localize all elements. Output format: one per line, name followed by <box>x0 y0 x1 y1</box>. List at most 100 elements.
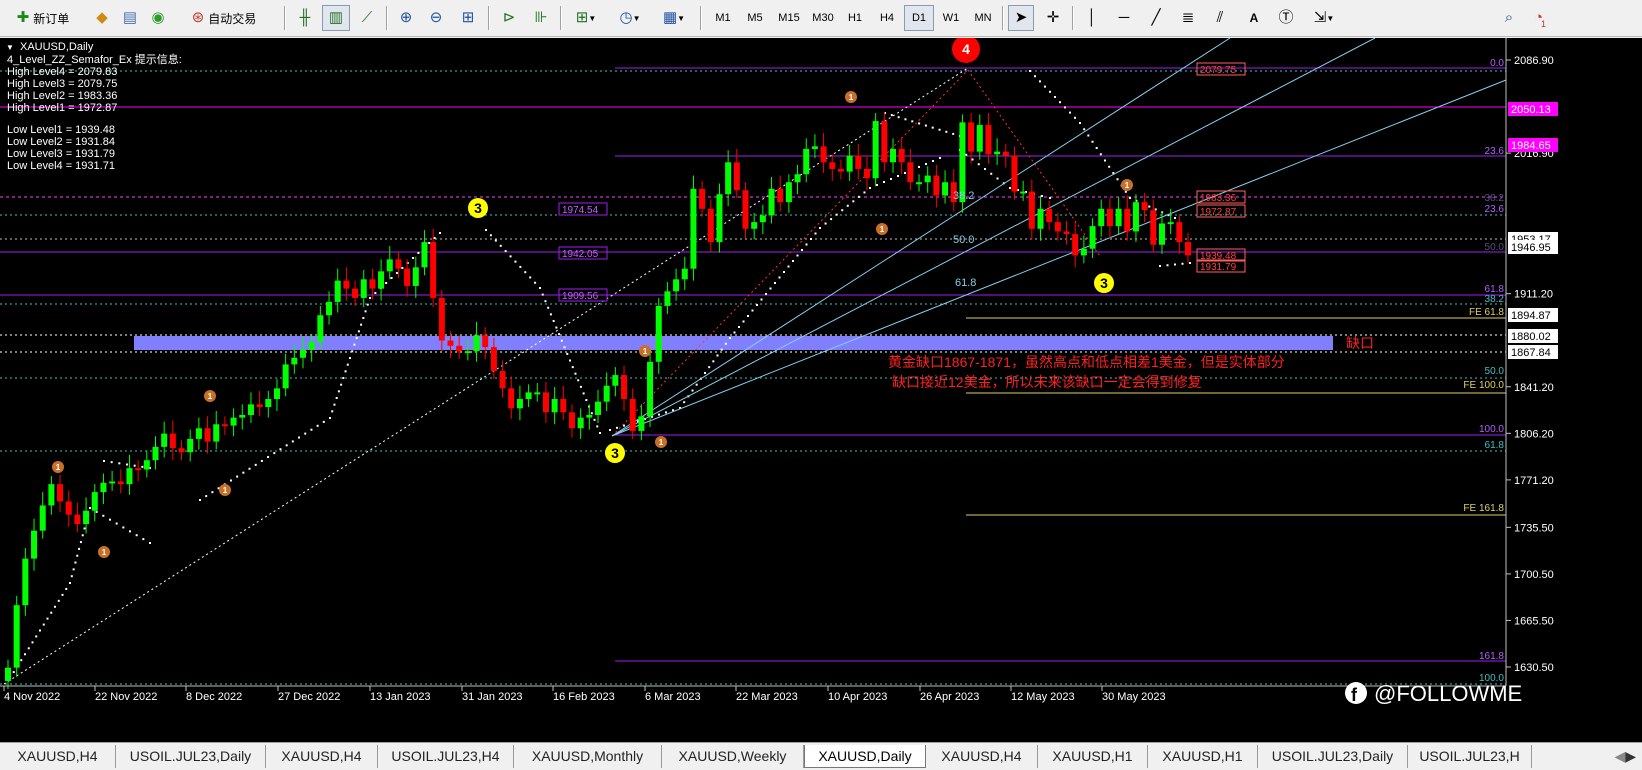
candle-body <box>343 280 350 289</box>
timeframe-m15-button[interactable]: M15 <box>772 5 806 31</box>
chart-tab-active[interactable]: XAUUSD,Daily <box>804 745 926 768</box>
candle-body <box>1115 208 1122 227</box>
indicator-dot <box>616 426 618 429</box>
chart-tab[interactable]: XAUUSD,H4 <box>0 745 116 768</box>
timeframe-w1-button[interactable]: W1 <box>936 5 966 31</box>
candle-body <box>1002 151 1009 156</box>
indicator-dot <box>412 257 415 259</box>
chart-tab[interactable]: XAUUSD,H1 <box>1038 745 1148 768</box>
level-box-text: 1931.79 <box>1200 262 1237 273</box>
equidistant-channel-button[interactable]: ⫽ <box>1208 5 1232 31</box>
semafor-marker-label: 1 <box>1125 181 1130 190</box>
chart-tab[interactable]: USOIL.JUL23,Daily <box>1258 745 1408 768</box>
candle-body <box>1011 155 1018 192</box>
candlestick-chart-button[interactable]: ▥ <box>322 5 350 31</box>
indicators-icon: ⊞ <box>575 9 589 26</box>
timeframe-mn-button[interactable]: MN <box>968 5 998 31</box>
timeframe-m1-button[interactable]: M1 <box>708 5 738 31</box>
indicator-dot <box>50 611 53 614</box>
price-tick-label: 1806.20 <box>1514 428 1554 440</box>
indicator-dot <box>890 178 892 180</box>
templates-dropdown[interactable]: ▦ ▼ <box>656 5 692 31</box>
chart-canvas[interactable]: 4 3 3 3 1 1 1 1 1 1 1 1 1 XAUUSD,Daily ▼ 4_Level_ZZ_… <box>0 35 1642 742</box>
candle-body <box>1176 222 1183 243</box>
level-box-text: 1942.05 <box>562 249 599 260</box>
indicator-dot <box>355 337 358 339</box>
indicator-dot <box>1044 85 1046 88</box>
strategy-tester-button[interactable]: ◆ <box>90 5 114 31</box>
indicator-dot <box>205 495 208 498</box>
timeframe-m5-button[interactable]: M5 <box>740 5 770 31</box>
indicator-dot <box>1029 70 1031 72</box>
chevron-down-icon: ▼ <box>1326 13 1335 23</box>
notifications-button[interactable]: ◔ 1 <box>1526 5 1556 31</box>
bar-chart-button[interactable]: ╫ <box>292 5 318 31</box>
tile-windows-button[interactable]: ⊞ <box>456 5 480 31</box>
indicator-dot <box>925 163 927 165</box>
line-chart-button[interactable]: ⟋ <box>354 5 380 31</box>
arrows-dropdown[interactable]: ⇲ ▼ <box>1306 5 1342 31</box>
timeframe-m30-button[interactable]: M30 <box>806 5 840 31</box>
fib-label: 100.0 <box>1479 424 1504 435</box>
auto-scroll-button[interactable]: ⊳ <box>496 5 522 31</box>
indicator-dot <box>129 530 131 533</box>
indicator-dot <box>549 313 552 316</box>
chart-tab[interactable]: USOIL.JUL23,Daily <box>116 745 266 768</box>
timeframe-d1-button[interactable]: D1 <box>904 5 934 31</box>
indicators-dropdown[interactable]: ⊞ ▼ <box>568 5 604 31</box>
crosshair-tool-button[interactable]: ✛ <box>1040 5 1066 31</box>
new-order-button[interactable]: ✚ 新订单 <box>6 5 84 31</box>
indicator-dot <box>83 527 86 530</box>
zoom-out-button[interactable]: ⊖ <box>424 5 448 31</box>
candle-body <box>1141 202 1148 211</box>
candle-body <box>369 279 376 289</box>
indicator-dot <box>74 561 77 564</box>
price-axis[interactable] <box>1506 38 1642 686</box>
horizontal-line-button[interactable]: ─ <box>1112 5 1136 31</box>
trendline-button[interactable]: ╱ <box>1144 5 1168 31</box>
search-button[interactable]: ⌕ <box>1496 5 1522 31</box>
timeframe-h1-button[interactable]: H1 <box>840 5 870 31</box>
indicator-dot <box>904 118 907 121</box>
toolbar-separator <box>1072 6 1074 30</box>
chart-tab[interactable]: USOIL.JUL23,H4 <box>378 745 514 768</box>
indicator-dot <box>1059 101 1061 104</box>
chart-tab[interactable]: XAUUSD,H1 <box>1148 745 1258 768</box>
text-tool-button[interactable]: A <box>1242 5 1266 31</box>
text-label-button[interactable]: Ⓣ <box>1274 5 1298 31</box>
chart-tab[interactable]: USOIL.JUL23,H <box>1408 745 1532 768</box>
date-tick-label: 31 Jan 2023 <box>462 691 523 703</box>
chart-shift-button[interactable]: ⊪ <box>528 5 554 31</box>
high-level-2: High Level2 = 1983.36 <box>7 90 117 102</box>
indicator-dot <box>724 342 727 345</box>
symbol-dropdown-icon[interactable]: ▼ <box>6 43 14 52</box>
vertical-line-button[interactable]: │ <box>1080 5 1104 31</box>
indicator-dot <box>494 239 497 242</box>
indicator-dot <box>81 534 84 537</box>
fib-expansion-labels: FE 61.8 FE 100.0 FE 161.8 <box>1463 307 1504 514</box>
tab-scroll-arrows[interactable]: ◀▶ <box>1532 745 1642 768</box>
market-watch-button[interactable]: ▤ <box>118 5 142 31</box>
chart-tab[interactable]: XAUUSD,Weekly <box>662 745 804 768</box>
zoom-in-button[interactable]: ⊕ <box>394 5 418 31</box>
fibonacci-button[interactable]: ≣ <box>1176 5 1200 31</box>
template-icon: ▦ <box>662 9 678 26</box>
auto-trading-button[interactable]: ⊛ 自动交易 <box>174 5 278 31</box>
navigator-button[interactable]: ◉ <box>146 5 170 31</box>
chart-tab[interactable]: XAUUSD,H4 <box>926 745 1038 768</box>
indicator-dot <box>756 304 758 306</box>
candle-body <box>91 492 98 511</box>
price-chart[interactable]: 4 3 3 3 1 1 1 1 1 1 1 1 1 XAUUSD,Daily ▼ 4_Level_ZZ_… <box>0 35 1642 742</box>
high-level-3: High Level3 = 2079.75 <box>7 78 117 90</box>
chart-tab[interactable]: XAUUSD,Monthly <box>514 745 662 768</box>
chart-tab[interactable]: XAUUSD,H4 <box>266 745 378 768</box>
candle-body <box>560 399 567 413</box>
timeframe-h4-button[interactable]: H4 <box>872 5 902 31</box>
periods-dropdown[interactable]: ◷ ▼ <box>612 5 648 31</box>
indicator-dot <box>571 366 574 369</box>
candle-body <box>716 194 723 243</box>
scroll-left-icon[interactable]: ◀ <box>1614 748 1625 764</box>
scroll-right-icon[interactable]: ▶ <box>1625 748 1636 764</box>
cursor-tool-button[interactable]: ➤ <box>1008 5 1034 31</box>
fan-label-50: 50.0 <box>953 234 974 246</box>
